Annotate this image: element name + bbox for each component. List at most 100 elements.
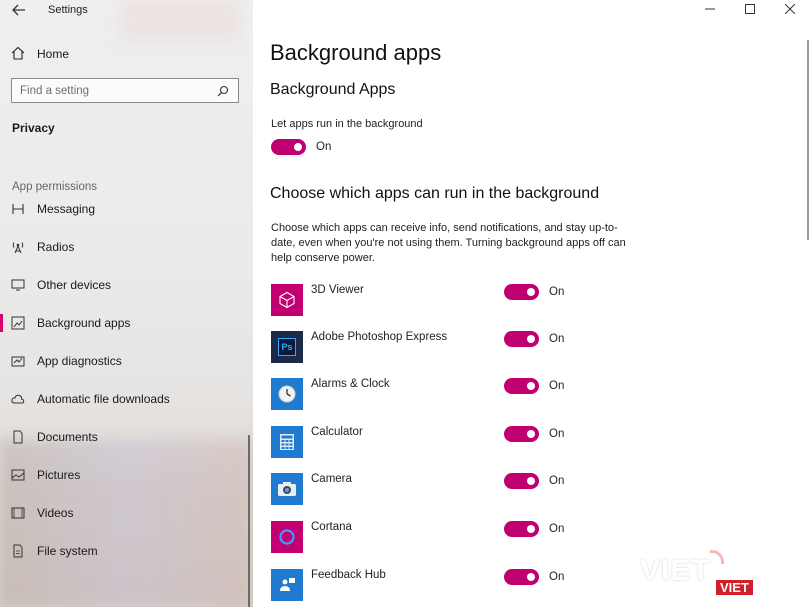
sidebar: Settings Home Find a setting Privacy App…: [0, 0, 253, 607]
nav-home[interactable]: Home: [11, 45, 69, 63]
sidebar-item-automatic-file-downloads[interactable]: Automatic file downloads: [0, 387, 253, 411]
app-toggle-group: On: [504, 569, 564, 585]
sidebar-item-other-devices[interactable]: Other devices: [0, 273, 253, 297]
app-toggle-state: On: [549, 475, 565, 487]
3d-viewer-icon: [271, 284, 303, 316]
app-toggle-state: On: [549, 380, 565, 392]
watermark-text: VIET: [640, 554, 711, 587]
app-name: Alarms & Clock: [311, 378, 390, 390]
sidebar-item-file-system[interactable]: File system: [0, 539, 253, 563]
search-placeholder: Find a setting: [20, 84, 90, 97]
app-row-camera: Camera On: [271, 473, 591, 505]
feedback-hub-icon: [271, 569, 303, 601]
sidebar-item-documents[interactable]: Documents: [0, 425, 253, 449]
let-apps-toggle[interactable]: [271, 139, 306, 155]
sidebar-item-radios[interactable]: Radios: [0, 235, 253, 259]
pictures-icon: [11, 468, 25, 482]
app-name: Feedback Hub: [311, 569, 386, 581]
page-title: Background apps: [270, 40, 442, 65]
app-row-feedback-hub: Feedback Hub On: [271, 569, 591, 601]
app-toggle[interactable]: [504, 521, 539, 537]
home-icon: [11, 46, 27, 62]
app-toggle[interactable]: [504, 331, 539, 347]
other-devices-icon: [11, 278, 25, 292]
app-name: 3D Viewer: [311, 284, 364, 296]
sidebar-item-label: Radios: [37, 240, 75, 254]
cortana-icon: [271, 521, 303, 553]
messaging-icon: [11, 202, 25, 216]
document-icon: [11, 430, 25, 444]
sidebar-item-videos[interactable]: Videos: [0, 501, 253, 525]
app-diagnostics-icon: [11, 354, 25, 368]
main-scrollbar[interactable]: [807, 40, 809, 240]
window-controls: [690, 0, 810, 18]
sidebar-item-label: Other devices: [37, 278, 112, 292]
section-title-background-apps: Background Apps: [270, 81, 396, 98]
file-system-icon: [11, 544, 25, 558]
app-row-3d-viewer: 3D Viewer On: [271, 284, 591, 316]
app-row-cortana: Cortana On: [271, 521, 591, 553]
close-button[interactable]: [770, 0, 810, 18]
app-toggle-state: On: [549, 286, 565, 298]
group-label: App permissions: [12, 181, 98, 193]
background-apps-icon: [11, 316, 25, 330]
app-row-alarms-clock: Alarms & Clock On: [271, 378, 591, 410]
back-arrow-icon[interactable]: [9, 2, 29, 18]
app-name: Cortana: [311, 521, 352, 533]
radios-icon: [11, 240, 25, 254]
app-toggle-group: On: [504, 331, 564, 347]
search-input[interactable]: Find a setting: [11, 78, 239, 103]
main-content: Background apps Background Apps Let apps…: [253, 0, 810, 607]
photoshop-icon: Ps: [271, 331, 303, 363]
sidebar-scrollbar[interactable]: [248, 435, 250, 607]
let-apps-label: Let apps run in the background: [271, 118, 423, 130]
minimize-button[interactable]: [690, 0, 730, 18]
sidebar-item-pictures[interactable]: Pictures: [0, 463, 253, 487]
watermark-badge: VIET: [716, 580, 753, 595]
app-toggle-state: On: [549, 571, 565, 583]
let-apps-state: On: [316, 141, 332, 153]
app-toggle-group: On: [504, 378, 564, 394]
app-toggle[interactable]: [504, 473, 539, 489]
sidebar-item-label: App diagnostics: [37, 354, 122, 368]
app-row-adobe-photoshop-express: Ps Adobe Photoshop Express On: [271, 331, 591, 363]
section-title: Privacy: [12, 121, 55, 135]
sidebar-item-label: Automatic file downloads: [37, 392, 170, 406]
sidebar-item-label: Videos: [37, 506, 74, 520]
sidebar-item-label: Messaging: [37, 202, 96, 216]
sidebar-item-label: Documents: [37, 430, 98, 444]
maximize-button[interactable]: [730, 0, 770, 18]
app-toggle[interactable]: [504, 284, 539, 300]
sidebar-item-app-diagnostics[interactable]: App diagnostics: [0, 349, 253, 373]
app-toggle-state: On: [549, 523, 565, 535]
app-toggle-group: On: [504, 426, 564, 442]
camera-icon: [271, 473, 303, 505]
app-toggle-group: On: [504, 473, 564, 489]
app-toggle-state: On: [549, 428, 565, 440]
videos-icon: [11, 506, 25, 520]
app-toggle[interactable]: [504, 378, 539, 394]
description: Choose which apps can receive info, send…: [271, 222, 626, 264]
app-name: Calculator: [311, 426, 363, 438]
app-toggle-state: On: [549, 333, 565, 345]
app-name: Camera: [311, 473, 352, 485]
app-row-calculator: Calculator On: [271, 426, 591, 458]
sidebar-item-background-apps[interactable]: Background apps: [0, 311, 253, 335]
section-title-choose-apps: Choose which apps can run in the backgro…: [270, 185, 600, 202]
app-toggle[interactable]: [504, 569, 539, 585]
home-label: Home: [37, 47, 70, 61]
app-title: Settings: [48, 4, 88, 16]
sidebar-item-label: Background apps: [37, 316, 131, 330]
app-toggle[interactable]: [504, 426, 539, 442]
let-apps-toggle-group: On: [271, 139, 331, 155]
app-name: Adobe Photoshop Express: [311, 331, 448, 343]
app-toggle-group: On: [504, 284, 564, 300]
cloud-icon: [11, 392, 25, 406]
sidebar-item-label: Pictures: [37, 468, 81, 482]
clock-icon: [271, 378, 303, 410]
sidebar-item-messaging[interactable]: Messaging: [0, 197, 253, 221]
app-toggle-group: On: [504, 521, 564, 537]
calculator-icon: [271, 426, 303, 458]
search-icon[interactable]: [217, 84, 230, 97]
watermark-logo: VIET VIET: [630, 550, 780, 607]
